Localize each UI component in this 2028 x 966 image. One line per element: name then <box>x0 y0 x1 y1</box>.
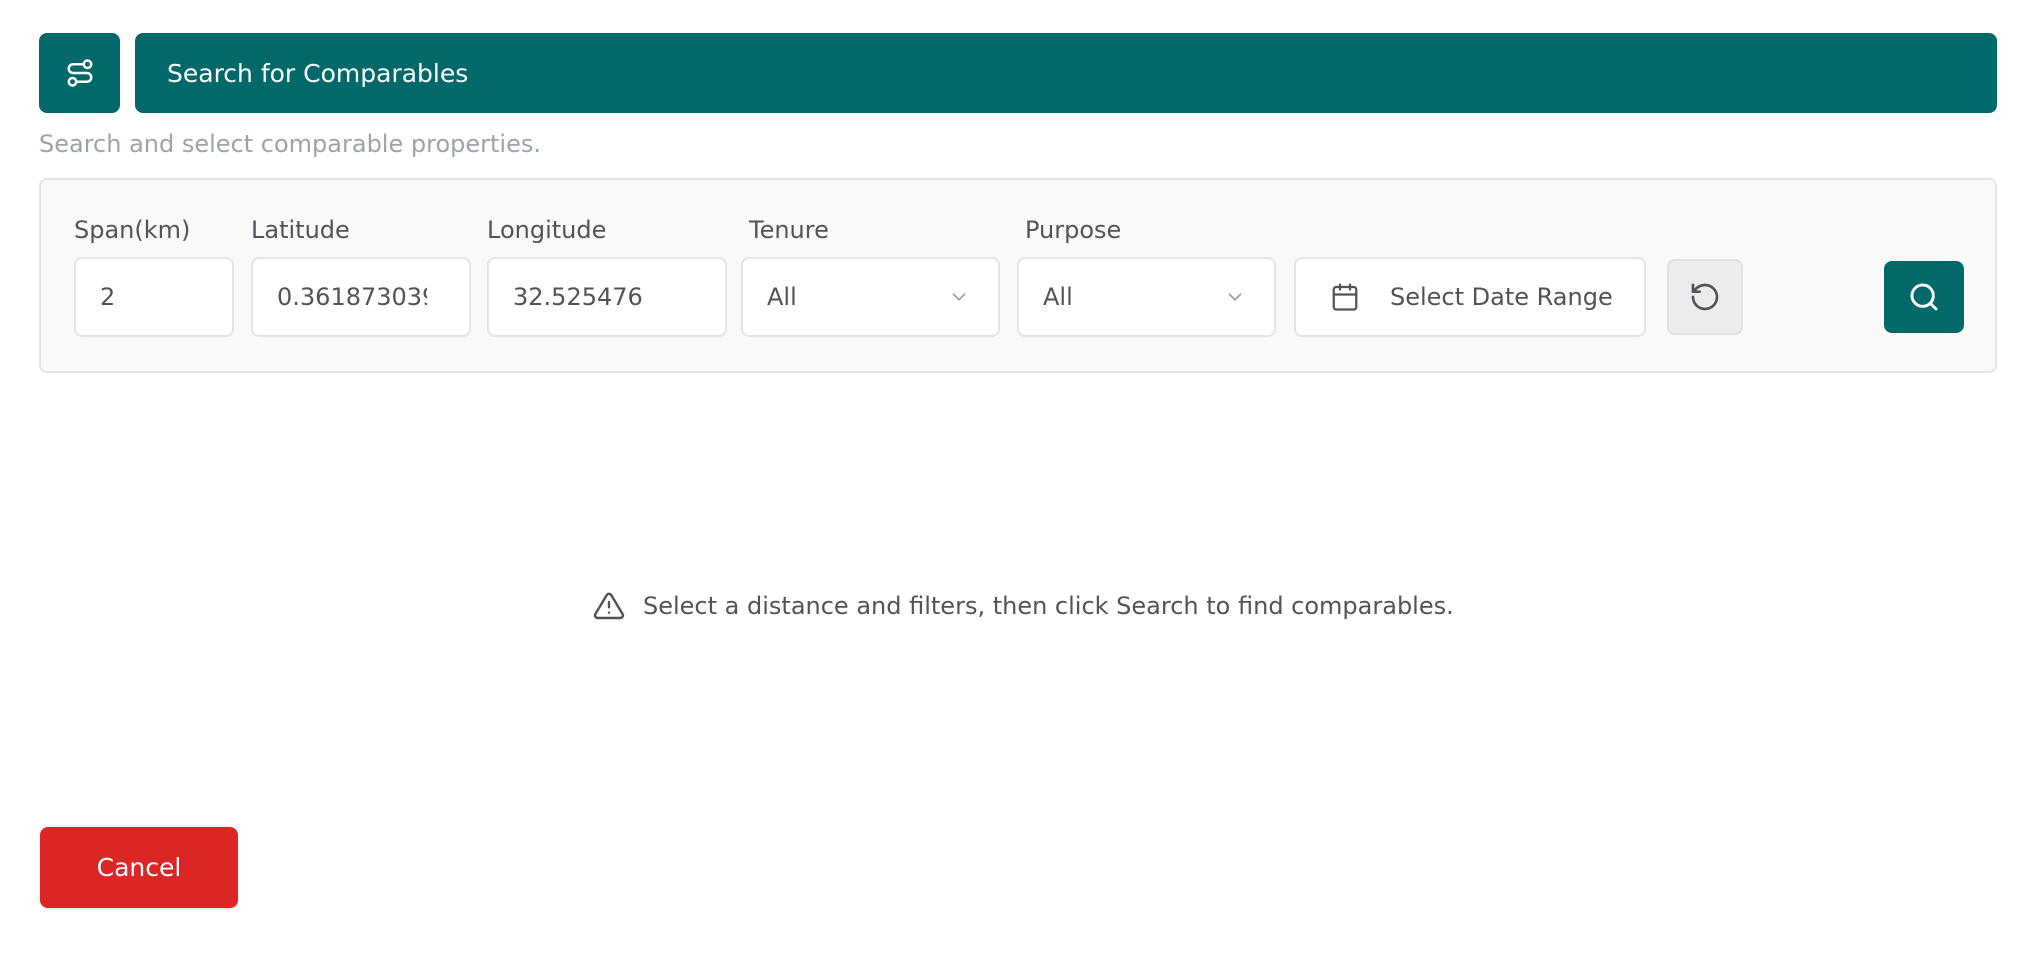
cancel-button[interactable]: Cancel <box>40 827 238 908</box>
latitude-value: 0.361873039 <box>277 283 427 311</box>
longitude-label: Longitude <box>487 216 607 244</box>
tenure-label: Tenure <box>749 216 829 244</box>
chevron-down-icon <box>948 286 970 308</box>
purpose-label: Purpose <box>1025 216 1122 244</box>
latitude-input[interactable]: 0.361873039 <box>251 257 471 337</box>
chevron-down-icon <box>1224 286 1246 308</box>
tenure-value: All <box>767 283 797 311</box>
tenure-select[interactable]: All <box>741 257 1000 337</box>
purpose-select[interactable]: All <box>1017 257 1276 337</box>
page-title-bar: Search for Comparables <box>135 33 1997 113</box>
span-label: Span(km) <box>74 216 191 244</box>
page-title: Search for Comparables <box>167 58 469 88</box>
calendar-icon <box>1330 282 1360 312</box>
span-input[interactable]: 2 <box>74 257 234 337</box>
latitude-label: Latitude <box>251 216 350 244</box>
empty-state-message: Select a distance and filters, then clic… <box>643 592 1454 620</box>
rotate-ccw-icon <box>1691 283 1719 311</box>
comparables-search-page: Search for Comparables Search and select… <box>0 0 2028 966</box>
date-range-picker[interactable]: Select Date Range <box>1294 257 1646 337</box>
reset-filters-button[interactable] <box>1667 259 1743 335</box>
longitude-value: 32.525476 <box>513 283 643 311</box>
date-range-placeholder: Select Date Range <box>1390 283 1613 311</box>
search-icon <box>1910 283 1938 311</box>
empty-state: Select a distance and filters, then clic… <box>593 590 1454 622</box>
span-value: 2 <box>100 283 116 311</box>
filter-panel: Span(km) 2 Latitude 0.361873039 Longitud… <box>39 178 1997 373</box>
longitude-input[interactable]: 32.525476 <box>487 257 727 337</box>
search-button[interactable] <box>1884 261 1964 333</box>
purpose-value: All <box>1043 283 1073 311</box>
header-icon-tile <box>39 33 120 113</box>
page-subtitle: Search and select comparable properties. <box>39 130 541 158</box>
route-icon <box>67 59 92 87</box>
warning-triangle-icon <box>593 592 625 620</box>
